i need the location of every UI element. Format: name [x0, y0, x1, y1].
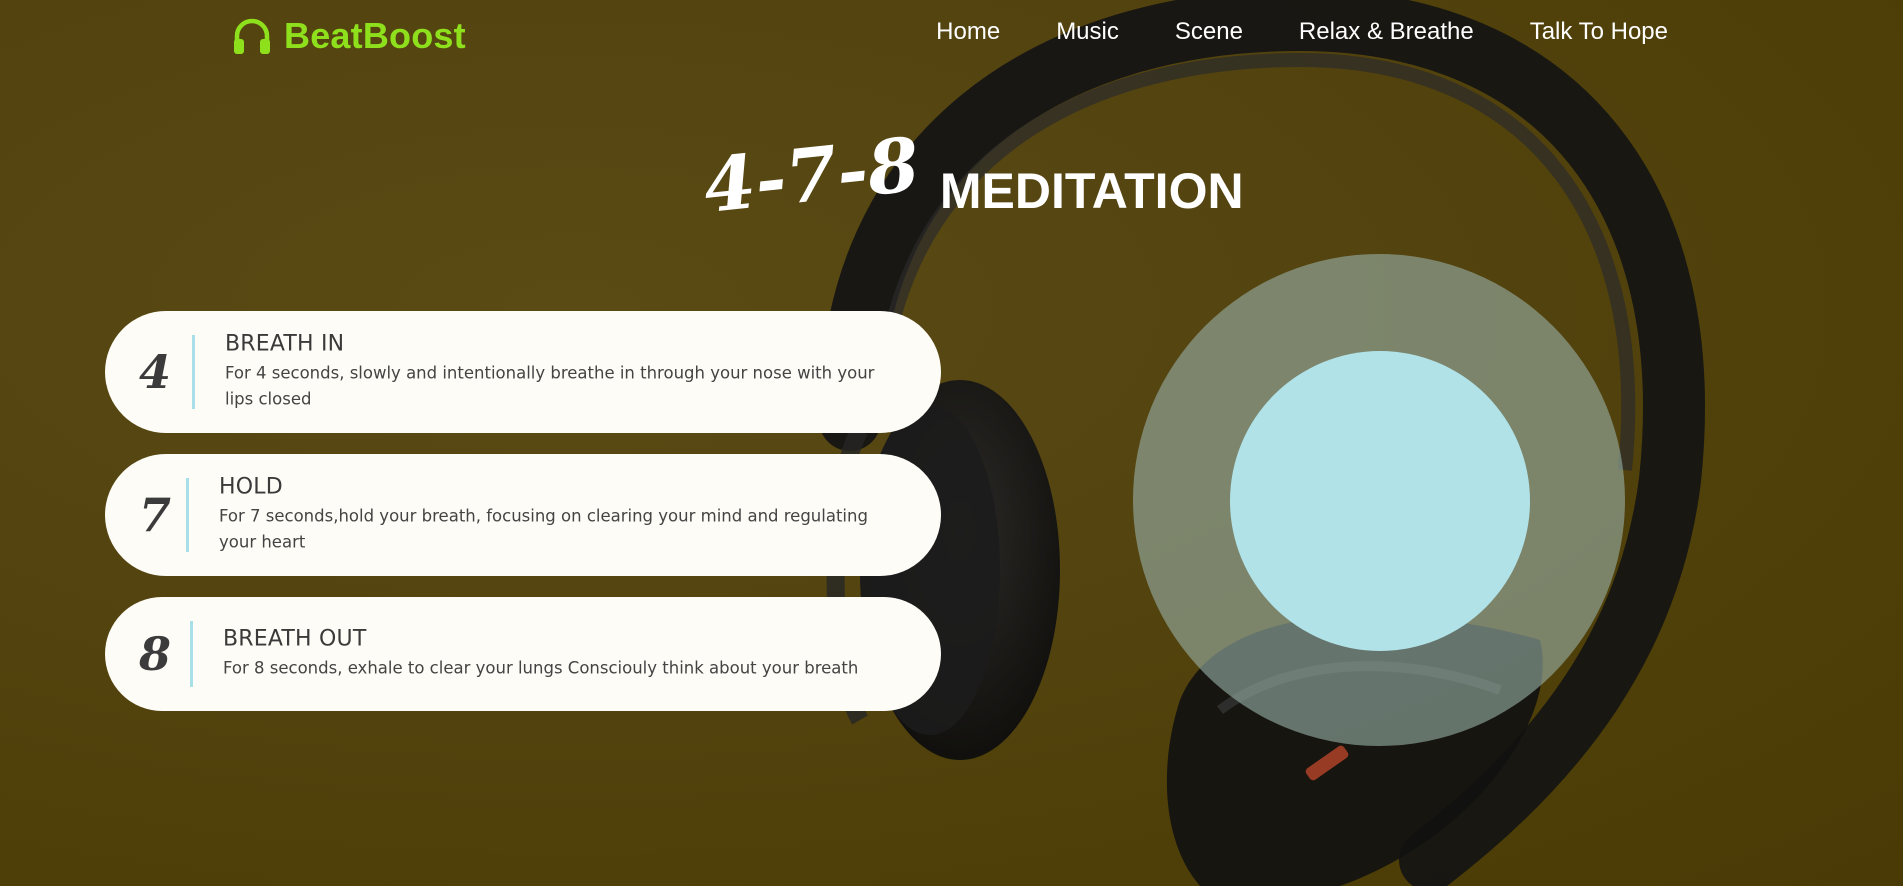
step-number: 7 — [138, 488, 171, 542]
headphones-icon — [234, 18, 270, 54]
step-title: BREATH OUT — [223, 626, 367, 652]
step-body: BREATH IN For 4 seconds, slowly and inte… — [225, 332, 881, 413]
nav-link-music[interactable]: Music — [1056, 18, 1119, 45]
nav-item-home: Home — [936, 18, 1000, 46]
step-title: HOLD — [219, 474, 283, 500]
brand-logo[interactable]: BeatBoost — [232, 14, 466, 58]
step-divider — [190, 621, 193, 687]
step-description: For 8 seconds, exhale to clear your lung… — [223, 658, 859, 678]
nav-item-relax-breathe: Relax & Breathe — [1299, 18, 1474, 46]
navbar: BeatBoost Home Music Scene Relax & Breat… — [0, 0, 1903, 72]
nav-item-music: Music — [1056, 18, 1119, 46]
page-title: 4-7-8 MEDITATION — [700, 122, 1244, 230]
step-divider — [192, 335, 195, 409]
title-word: MEDITATION — [939, 163, 1244, 219]
nav-links: Home Music Scene Relax & Breathe Talk To… — [936, 18, 1668, 46]
brand-name: BeatBoost — [284, 15, 466, 56]
step-number: 8 — [138, 627, 171, 681]
page: BeatBoost Home Music Scene Relax & Breat… — [0, 0, 1903, 886]
title-numbers: 4-7-8 — [699, 121, 924, 230]
nav-link-relax-breathe[interactable]: Relax & Breathe — [1299, 18, 1474, 45]
step-title: BREATH IN — [225, 331, 345, 357]
step-body: HOLD For 7 seconds,hold your breath, foc… — [219, 475, 881, 556]
step-description: For 4 seconds, slowly and intentionally … — [225, 363, 875, 409]
step-card-breath-out: 8 BREATH OUT For 8 seconds, exhale to cl… — [105, 597, 941, 711]
nav-link-home[interactable]: Home — [936, 18, 1000, 45]
nav-item-talk-to-hope: Talk To Hope — [1530, 18, 1668, 46]
step-card-hold: 7 HOLD For 7 seconds,hold your breath, f… — [105, 454, 941, 576]
step-description: For 7 seconds,hold your breath, focusing… — [219, 506, 868, 552]
step-body: BREATH OUT For 8 seconds, exhale to clea… — [223, 627, 881, 682]
step-divider — [186, 478, 189, 552]
step-number: 4 — [138, 345, 171, 399]
nav-item-scene: Scene — [1175, 18, 1243, 46]
nav-link-scene[interactable]: Scene — [1175, 18, 1243, 45]
breathing-circle-inner — [1230, 351, 1530, 651]
step-card-breath-in: 4 BREATH IN For 4 seconds, slowly and in… — [105, 311, 941, 433]
nav-link-talk-to-hope[interactable]: Talk To Hope — [1530, 18, 1668, 45]
